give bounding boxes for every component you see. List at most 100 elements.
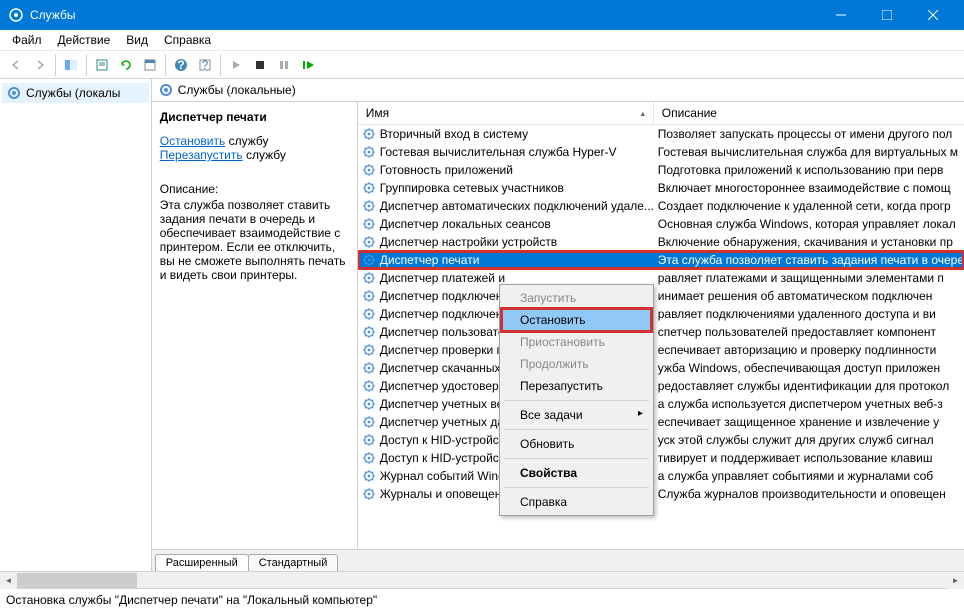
- context-alltasks[interactable]: Все задачи: [502, 404, 651, 426]
- service-description: Служба журналов производительности и опо…: [654, 487, 964, 501]
- service-row[interactable]: Диспетчер печатиЭта служба позволяет ста…: [358, 251, 964, 269]
- service-row[interactable]: Готовность приложенийПодготовка приложен…: [358, 161, 964, 179]
- context-resume[interactable]: Продолжить: [502, 353, 651, 375]
- menu-file[interactable]: Файл: [4, 31, 50, 49]
- service-row[interactable]: Гостевая вычислительная служба Hyper-VГо…: [358, 143, 964, 161]
- gear-icon: [362, 343, 376, 357]
- scroll-track[interactable]: [17, 572, 947, 589]
- gear-icon: [362, 487, 376, 501]
- service-description: Основная служба Windows, которая управля…: [654, 217, 964, 231]
- service-description: Гостевая вычислительная служба для вирту…: [654, 145, 964, 159]
- service-name: Диспетчер локальных сеансов: [380, 217, 551, 231]
- service-row[interactable]: Диспетчер настройки устройств Включение о…: [358, 233, 964, 251]
- context-start[interactable]: Запустить: [502, 287, 651, 309]
- service-name: Вторичный вход в систему: [380, 127, 528, 141]
- gear-icon: [158, 82, 174, 98]
- menu-help[interactable]: Справка: [156, 31, 219, 49]
- service-description: еспечивает авторизацию и проверку подлин…: [654, 343, 964, 357]
- service-name: Диспетчер подключен: [380, 307, 503, 321]
- restart-service-link[interactable]: Перезапустить: [160, 148, 243, 162]
- selected-service-name: Диспетчер печати: [160, 110, 349, 124]
- service-row[interactable]: Доступ к HID-устройсттивирует и поддержи…: [358, 449, 964, 467]
- service-name: Диспетчер печати: [380, 253, 480, 267]
- service-description: а служба используется диспетчером учетны…: [654, 397, 964, 411]
- service-row[interactable]: Доступ к HID-устройстуск этой службы слу…: [358, 431, 964, 449]
- service-row[interactable]: Диспетчер проверки п еспечивает авторизац…: [358, 341, 964, 359]
- service-row[interactable]: Диспетчер локальных сеансов Основная служ…: [358, 215, 964, 233]
- service-row[interactable]: Группировка сетевых участниковВключает м…: [358, 179, 964, 197]
- context-pause[interactable]: Приостановить: [502, 331, 651, 353]
- service-description: а служба управляет событиями и журналами…: [654, 469, 964, 483]
- gear-icon: [362, 379, 376, 393]
- service-row[interactable]: Диспетчер платежей иравляет платежами и …: [358, 269, 964, 287]
- export-list-button[interactable]: [91, 54, 113, 76]
- window-title: Службы: [30, 8, 818, 22]
- tab-standard[interactable]: Стандартный: [248, 554, 339, 571]
- scroll-left-button[interactable]: ◄: [0, 572, 17, 589]
- service-name: Доступ к HID-устройст: [380, 451, 505, 465]
- service-description: спетчер пользователей предоставляет комп…: [654, 325, 964, 339]
- service-description: еспечивает защищенное хранение и извлече…: [654, 415, 964, 429]
- scroll-right-button[interactable]: ►: [947, 572, 964, 589]
- scroll-thumb[interactable]: [17, 573, 137, 588]
- restart-service-button[interactable]: [297, 54, 319, 76]
- column-header-description[interactable]: Описание: [654, 102, 964, 124]
- start-service-button[interactable]: [225, 54, 247, 76]
- svg-text:?: ?: [202, 58, 209, 72]
- description-label: Описание:: [160, 182, 349, 196]
- sort-indicator-icon: ▴: [641, 109, 645, 118]
- service-row[interactable]: Диспетчер удостоверередоставляет службы …: [358, 377, 964, 395]
- service-row[interactable]: Диспетчер автоматических подключений уда…: [358, 197, 964, 215]
- context-properties[interactable]: Свойства: [502, 462, 651, 484]
- context-help[interactable]: Справка: [502, 491, 651, 513]
- service-name: Диспетчер настройки устройств: [380, 235, 557, 249]
- gear-icon: [362, 199, 376, 213]
- navigation-tree: Службы (локалы: [0, 79, 152, 571]
- service-list[interactable]: Имя ▴ Описание Вторичный вход в системуП…: [357, 102, 964, 549]
- help-button[interactable]: ?: [170, 54, 192, 76]
- menu-view[interactable]: Вид: [118, 31, 156, 49]
- service-description: Создает подключение к удаленной сети, ко…: [654, 199, 964, 213]
- show-hide-tree-button[interactable]: [60, 54, 82, 76]
- service-row[interactable]: Диспетчер подключенравляет подключениями…: [358, 305, 964, 323]
- gear-icon: [6, 85, 22, 101]
- context-refresh[interactable]: Обновить: [502, 433, 651, 455]
- close-button[interactable]: [910, 0, 956, 30]
- service-name: Диспетчер платежей и: [380, 271, 505, 285]
- context-restart[interactable]: Перезапустить: [502, 375, 651, 397]
- gear-icon: [362, 397, 376, 411]
- maximize-button[interactable]: [864, 0, 910, 30]
- service-row[interactable]: Диспетчер подключенинимает решения об ав…: [358, 287, 964, 305]
- service-description: Включение обнаружения, скачивания и уста…: [654, 235, 964, 249]
- service-row[interactable]: Диспетчер учетных даеспечивает защищенно…: [358, 413, 964, 431]
- service-row[interactable]: Диспетчер пользоватеспетчер пользователе…: [358, 323, 964, 341]
- service-row[interactable]: Журналы и оповещения производительностиС…: [358, 485, 964, 503]
- app-icon: [8, 7, 24, 23]
- gear-icon: [362, 325, 376, 339]
- minimize-button[interactable]: [818, 0, 864, 30]
- service-description: уск этой службы служит для других служб …: [654, 433, 964, 447]
- service-row[interactable]: Журнал событий Windа служба управляет со…: [358, 467, 964, 485]
- gear-icon: [362, 217, 376, 231]
- horizontal-scrollbar[interactable]: ◄ ►: [0, 571, 964, 588]
- back-button[interactable]: [5, 54, 27, 76]
- refresh-button[interactable]: [115, 54, 137, 76]
- stop-service-link-row: Остановить службу: [160, 134, 349, 148]
- column-header-name[interactable]: Имя ▴: [358, 102, 654, 124]
- service-row[interactable]: Диспетчер скачанныхужба Windows, обеспеч…: [358, 359, 964, 377]
- forward-button[interactable]: [29, 54, 51, 76]
- properties-button[interactable]: [139, 54, 161, 76]
- service-row[interactable]: Диспетчер учетных веа служба используетс…: [358, 395, 964, 413]
- tree-item-services-local[interactable]: Службы (локалы: [2, 83, 149, 103]
- tab-extended[interactable]: Расширенный: [155, 554, 249, 571]
- menu-action[interactable]: Действие: [50, 31, 119, 49]
- stop-service-link[interactable]: Остановить: [160, 134, 226, 148]
- pause-service-button[interactable]: [273, 54, 295, 76]
- description-text: Эта служба позволяет ставить задания печ…: [160, 198, 349, 282]
- help2-button[interactable]: ?: [194, 54, 216, 76]
- service-row[interactable]: Вторичный вход в системуПозволяет запуск…: [358, 125, 964, 143]
- context-stop[interactable]: Остановить: [502, 309, 651, 331]
- service-name: Диспетчер проверки п: [380, 343, 503, 357]
- service-detail-pane: Диспетчер печати Остановить службу Перез…: [152, 102, 357, 549]
- stop-service-button[interactable]: [249, 54, 271, 76]
